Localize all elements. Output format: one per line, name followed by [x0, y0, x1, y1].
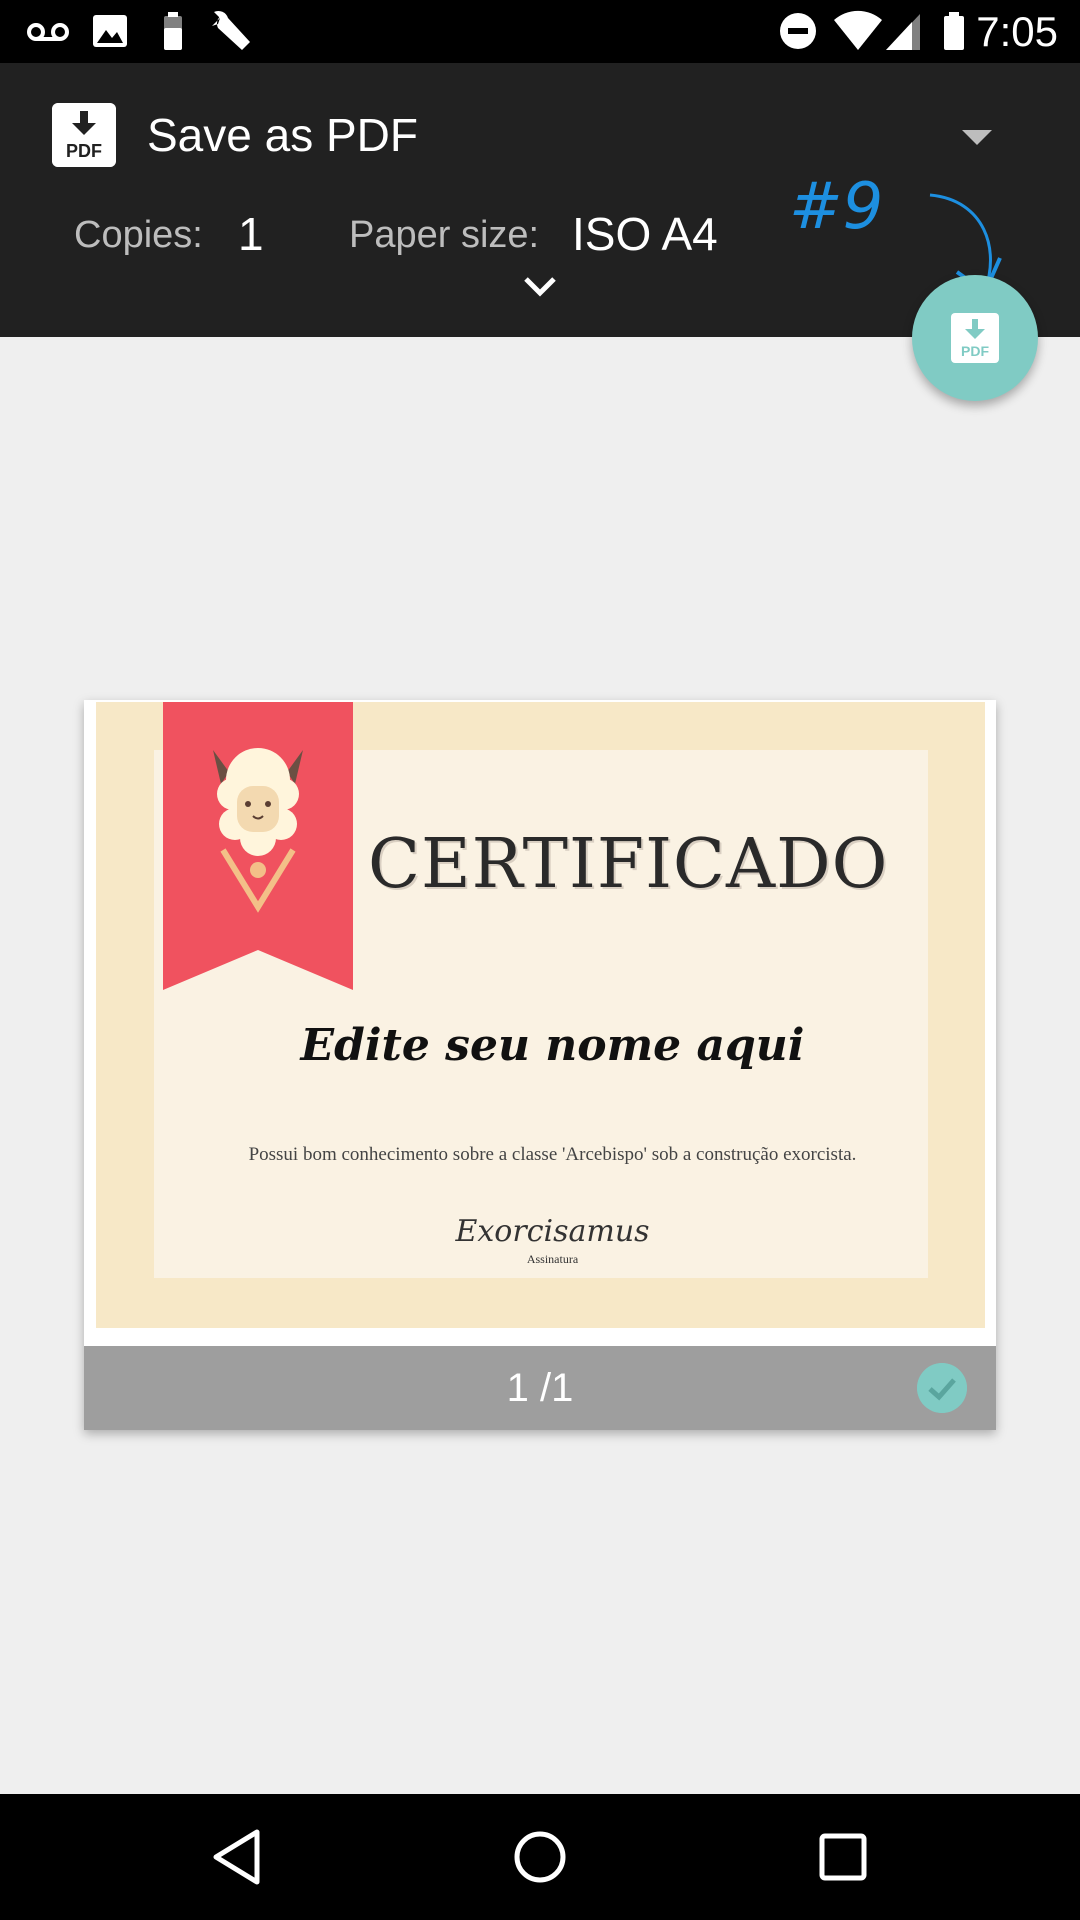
voicemail-icon — [27, 23, 69, 41]
paper-size-value: ISO A4 — [572, 208, 718, 260]
pdf-printer-icon: PDF — [52, 103, 116, 167]
llama-ribbon-icon — [163, 702, 353, 990]
svg-text:#9: #9 — [789, 170, 883, 244]
battery-icon — [944, 12, 964, 50]
do-not-disturb-icon — [780, 13, 816, 49]
paper-size-label: Paper size: — [349, 214, 540, 256]
certificate-signature: Exorcisamus — [455, 1214, 650, 1249]
printer-dropdown-icon[interactable] — [962, 130, 992, 145]
copies-value: 1 — [238, 208, 264, 260]
battery-small-icon — [164, 12, 182, 50]
expand-options-chevron-icon[interactable] — [520, 271, 560, 301]
signature-label: Assinatura — [526, 1252, 579, 1266]
page-indicator: 1 /1 — [506, 1366, 574, 1410]
image-icon — [93, 15, 127, 47]
page-preview[interactable]: CERTIFICADO Edite seu nome aqui Possui b… — [84, 700, 996, 1430]
printer-select[interactable]: Save as PDF — [147, 109, 418, 161]
wrench-icon — [212, 10, 250, 50]
page-footer: 1 /1 — [84, 1346, 996, 1430]
navigation-bar — [0, 1794, 1080, 1920]
signal-icon — [886, 14, 920, 50]
page-selected-check-icon[interactable] — [917, 1363, 967, 1413]
home-icon[interactable] — [505, 1822, 575, 1892]
wifi-icon — [834, 10, 882, 51]
copies-label: Copies: — [74, 214, 203, 256]
certificate-name: Edite seu nome aqui — [300, 1020, 805, 1071]
status-bar: 7:05 — [0, 0, 1080, 63]
svg-text:PDF: PDF — [66, 141, 102, 161]
clock: 7:05 — [976, 8, 1058, 55]
svg-text:PDF: PDF — [961, 343, 989, 359]
pdf-download-icon: PDF — [951, 313, 999, 363]
recents-icon[interactable] — [808, 1822, 878, 1892]
back-icon[interactable] — [202, 1822, 272, 1892]
certificate-border: CERTIFICADO Edite seu nome aqui Possui b… — [96, 702, 985, 1328]
save-pdf-fab[interactable]: PDF — [912, 275, 1038, 401]
certificate-description: Possui bom conhecimento sobre a classe '… — [248, 1144, 857, 1165]
certificate-title: CERTIFICADO — [368, 825, 889, 904]
